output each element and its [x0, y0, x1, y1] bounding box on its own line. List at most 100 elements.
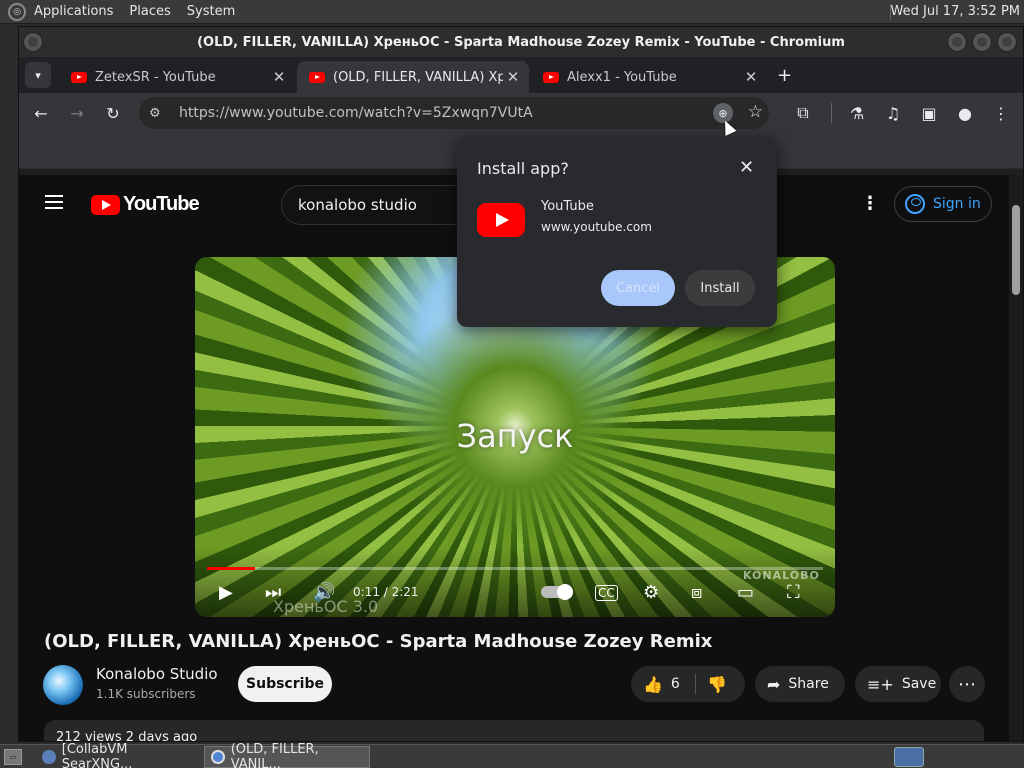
account-circle-icon	[905, 194, 925, 214]
app-name: YouTube	[541, 199, 594, 214]
close-tab-icon[interactable]: ✕	[741, 68, 761, 86]
channel-name[interactable]: Konalobo Studio	[96, 665, 218, 683]
play-icon[interactable]: ▶	[219, 582, 233, 603]
labs-flask-icon[interactable]: ⚗	[847, 103, 867, 123]
progress-fill	[207, 567, 256, 570]
save-label: Save	[901, 676, 937, 692]
next-video-icon[interactable]: ⏭	[265, 582, 281, 603]
side-panel-icon[interactable]: ▣	[919, 103, 939, 123]
browser-task-icon	[42, 750, 56, 764]
install-app-dialog: Install app? ✕ YouTube www.youtube.com C…	[457, 137, 777, 327]
profile-avatar-icon[interactable]: ●	[955, 103, 975, 123]
thumbs-up-icon[interactable]: 👍	[643, 675, 663, 694]
task-label: [CollabVM SearXNG...	[61, 742, 133, 768]
bookmark-star-icon[interactable]: ☆	[748, 102, 763, 122]
tab-label: (OLD, FILLER, VANILLA) Хрень	[333, 69, 503, 85]
page-scrollbar[interactable]	[1009, 175, 1023, 741]
menu-applications[interactable]: Applications	[34, 4, 113, 19]
new-tab-button[interactable]: +	[777, 65, 792, 86]
cancel-button[interactable]: Cancel	[601, 270, 675, 306]
search-value: konalobo studio	[298, 196, 417, 214]
tray-chromium-icon[interactable]	[894, 747, 924, 767]
share-label: Share	[788, 676, 829, 692]
youtube-favicon-icon	[309, 71, 325, 83]
task-label: (OLD, FILLER, VANIL...	[230, 742, 319, 768]
hamburger-menu-icon[interactable]	[45, 195, 63, 209]
browser-menu-icon[interactable]: ⋮	[991, 103, 1011, 123]
autoplay-toggle[interactable]	[541, 584, 573, 600]
more-actions-button[interactable]: ⋯	[949, 666, 985, 702]
time-display: 0:11 / 2:21	[353, 585, 419, 599]
share-button[interactable]: ➦ Share	[755, 666, 845, 702]
browser-toolbar: ← → ↻ ⚙ https://www.youtube.com/watch?v=…	[19, 93, 1023, 133]
task-collabvm-searxng[interactable]: [CollabVM SearXNG...	[36, 742, 200, 768]
clock[interactable]: Wed Jul 17, 3:52 PM	[891, 4, 1020, 19]
menu-system[interactable]: System	[187, 4, 235, 19]
video-title: (OLD, FILLER, VANILLA) ХреньОС - Sparta …	[44, 631, 713, 652]
install-button[interactable]: Install	[685, 270, 755, 306]
youtube-wordmark: YouTube	[123, 193, 200, 215]
close-tab-icon[interactable]: ✕	[503, 68, 523, 86]
distro-logo-icon[interactable]: ◎	[8, 2, 26, 21]
channel-avatar[interactable]	[43, 665, 83, 705]
settings-kebab-icon[interactable]: ⋮	[861, 193, 879, 214]
chromium-task-icon	[211, 750, 225, 764]
app-origin: www.youtube.com	[541, 220, 652, 234]
tab-strip: ▾ ZetexSR - YouTube ✕ (OLD, FILLER, VANI…	[19, 57, 1023, 93]
close-icon[interactable]: ✕	[739, 157, 754, 178]
sign-in-button[interactable]: Sign in	[894, 186, 992, 222]
back-arrow-icon[interactable]: ←	[31, 103, 51, 123]
bottom-taskbar: ▭ [CollabVM SearXNG... (OLD, FILLER, VAN…	[0, 742, 1024, 768]
volume-icon[interactable]: 🔊	[313, 582, 335, 603]
toolbar-separator	[831, 103, 832, 123]
top-panel: ◎ Applications Places System Wed Jul 17,…	[0, 0, 1024, 24]
chromium-window: (OLD, FILLER, VANILLA) ХреньОС - Sparta …	[18, 26, 1024, 742]
chevron-down-icon: ▾	[35, 68, 41, 82]
omnibox[interactable]: ⚙ https://www.youtube.com/watch?v=5Zxwqn…	[139, 97, 769, 129]
close-tab-icon[interactable]: ✕	[269, 68, 289, 86]
scrollbar-thumb[interactable]	[1012, 205, 1020, 295]
desktop: ◎ Applications Places System Wed Jul 17,…	[0, 0, 1024, 768]
like-count[interactable]: 6	[671, 676, 680, 692]
theater-mode-icon[interactable]: ▭	[737, 582, 754, 603]
video-watermark: KONALOBO	[743, 569, 820, 582]
reload-icon[interactable]: ↻	[103, 103, 123, 123]
thumbs-down-icon[interactable]: 👎	[707, 675, 727, 694]
tab-current-video[interactable]: (OLD, FILLER, VANILLA) Хрень ✕	[297, 61, 529, 93]
forward-arrow-icon[interactable]: →	[67, 103, 87, 123]
settings-gear-icon[interactable]: ⚙	[643, 582, 659, 603]
tab-label: Alexx1 - YouTube	[567, 69, 677, 85]
menu-places[interactable]: Places	[129, 4, 170, 19]
tab-zetexsr[interactable]: ZetexSR - YouTube ✕	[59, 61, 295, 93]
view-count-date: 212 views 2 days ago	[56, 730, 198, 742]
playlist-add-icon: ≡+	[867, 674, 894, 694]
sign-in-label: Sign in	[933, 196, 981, 212]
tab-alexx1[interactable]: Alexx1 - YouTube ✕	[531, 61, 767, 93]
window-titlebar[interactable]: (OLD, FILLER, VANILLA) ХреньОС - Sparta …	[19, 27, 1023, 57]
task-chromium-video[interactable]: (OLD, FILLER, VANIL...	[204, 742, 370, 768]
fullscreen-icon[interactable]: ⛶	[787, 582, 800, 603]
show-desktop-icon[interactable]: ▭	[4, 749, 22, 765]
progress-bar[interactable]	[207, 567, 823, 570]
close-window-button[interactable]	[997, 32, 1017, 52]
video-overlay-text: Запуск	[456, 417, 574, 455]
captions-icon[interactable]: CC	[595, 585, 618, 601]
youtube-favicon-icon	[71, 71, 87, 83]
share-arrow-icon: ➦	[767, 674, 781, 694]
window-menu-button[interactable]	[23, 32, 43, 52]
youtube-logo[interactable]: YouTube	[91, 193, 200, 216]
tab-label: ZetexSR - YouTube	[95, 69, 216, 85]
media-controls-icon[interactable]: ♫	[883, 103, 903, 123]
miniplayer-icon[interactable]: ⧈	[691, 582, 702, 603]
tab-search-button[interactable]: ▾	[25, 62, 51, 88]
site-info-icon[interactable]: ⚙	[149, 106, 179, 121]
extensions-puzzle-icon[interactable]: ⧉	[793, 103, 813, 123]
dialog-title: Install app?	[477, 159, 569, 178]
window-title: (OLD, FILLER, VANILLA) ХреньОС - Sparta …	[197, 34, 845, 50]
save-button[interactable]: ≡+ Save	[855, 666, 941, 702]
omnibox-url[interactable]: https://www.youtube.com/watch?v=5Zxwqn7V…	[179, 105, 533, 121]
minimize-button[interactable]	[947, 32, 967, 52]
subscribe-button[interactable]: Subscribe	[238, 666, 332, 702]
maximize-button[interactable]	[972, 32, 992, 52]
description-box[interactable]: 212 views 2 days ago	[44, 720, 984, 742]
